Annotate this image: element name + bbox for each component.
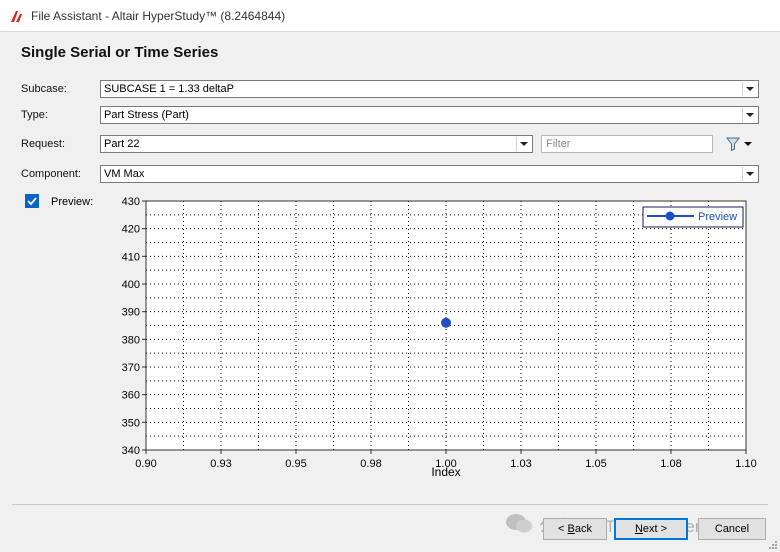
y-tick-label: 370 [122,362,140,374]
x-tick-label: 0.98 [360,458,381,470]
title-bar: File Assistant - Altair HyperStudy™ (8.2… [0,0,780,32]
back-rest: ack [574,523,592,535]
next-button[interactable]: Next > [614,518,688,540]
x-tick-label: 1.05 [585,458,606,470]
y-tick-label: 340 [122,445,140,457]
y-tick-label: 350 [122,417,140,429]
y-tick-label: 400 [122,279,140,291]
preview-checkbox[interactable] [25,194,39,208]
bottom-separator [12,504,768,505]
x-tick-label: 1.10 [735,458,756,470]
back-prefix: < [558,523,568,535]
back-mnemonic: B [567,523,575,535]
x-tick-label: 0.93 [210,458,231,470]
chevron-down-icon[interactable] [742,82,757,96]
y-tick-label: 360 [122,390,140,402]
chevron-down-icon[interactable] [516,137,531,151]
wechat-icon [506,514,532,533]
checkmark-icon [27,197,37,206]
type-dropdown[interactable]: Part Stress (Part) [100,106,759,124]
next-rest: ext > [642,523,668,535]
y-tick-label: 420 [122,224,140,236]
y-tick-label: 410 [122,251,140,263]
data-point [441,317,451,328]
x-tick-label: 0.90 [135,458,156,470]
window-title: File Assistant - Altair HyperStudy™ (8.2… [31,9,286,23]
type-label: Type: [21,109,48,121]
y-axis: 430 420 410 400 390 380 370 360 350 340 [122,196,146,457]
subcase-value: SUBCASE 1 = 1.33 deltaP [104,83,234,95]
legend: Preview [642,206,744,228]
series-preview [441,317,451,328]
altair-logo-icon [11,11,22,22]
request-label: Request: [21,138,66,150]
cancel-button[interactable]: Cancel [698,518,766,540]
component-dropdown[interactable]: VM Max [100,165,759,183]
chevron-down-icon[interactable] [742,167,757,181]
preview-chart: 430 420 410 400 390 380 370 360 350 340 0.90 0.93 0… [122,196,757,479]
page-title: Single Serial or Time Series [21,44,219,61]
request-dropdown[interactable]: Part 22 [100,135,533,153]
subcase-label: Subcase: [21,83,67,95]
x-tick-label: 0.95 [285,458,306,470]
type-value: Part Stress (Part) [104,109,189,121]
y-tick-label: 390 [122,307,140,319]
next-mnemonic: N [634,523,643,535]
filter-input[interactable] [541,135,713,153]
component-value: VM Max [104,168,145,180]
request-value: Part 22 [104,138,140,150]
y-tick-label: 380 [122,334,140,346]
preview-label: Preview: [51,196,94,208]
x-axis-label: Index [431,465,460,479]
funnel-filter-icon[interactable] [726,136,756,152]
component-label: Component: [21,168,81,180]
legend-marker [665,211,675,221]
chevron-down-icon[interactable] [742,108,757,122]
y-tick-label: 430 [122,196,140,208]
legend-label: Preview [698,211,737,223]
subcase-dropdown[interactable]: SUBCASE 1 = 1.33 deltaP [100,80,759,98]
back-button[interactable]: < Back [543,518,607,540]
x-tick-label: 1.08 [660,458,681,470]
x-tick-label: 1.03 [510,458,531,470]
resize-grip-icon[interactable] [768,540,778,550]
